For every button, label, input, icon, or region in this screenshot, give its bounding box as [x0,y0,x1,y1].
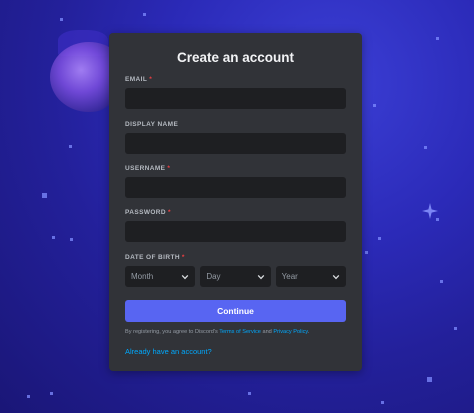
star-decoration [381,401,384,404]
continue-button[interactable]: Continue [125,300,346,322]
display-name-group: DISPLAY NAME [125,121,346,154]
chevron-down-icon [257,274,264,279]
privacy-policy-link[interactable]: Privacy Policy [273,329,307,335]
star-decoration [69,145,72,148]
star-decoration [378,237,381,240]
star-decoration [436,37,439,40]
page-title: Create an account [176,50,295,65]
terms-mid: and [260,329,274,335]
day-select-value: Day [206,272,221,281]
chevron-down-icon [182,274,189,279]
password-group: PASSWORD * [125,209,346,242]
star-decoration [50,392,53,395]
star-decoration [70,238,73,241]
star-decoration [27,395,30,398]
terms-suffix: . [307,329,310,335]
star-decoration [143,13,146,16]
month-select-value: Month [131,272,154,281]
required-marker: * [181,254,185,261]
star-decoration [427,377,432,382]
star-decoration [52,236,55,239]
star-decoration [248,392,251,395]
terms-text: By registering, you agree to Discord's T… [125,328,352,336]
username-field[interactable] [125,177,346,198]
star-decoration [60,18,63,21]
required-marker: * [149,76,153,83]
star-decoration [440,280,443,283]
sparkle-icon [422,203,438,219]
register-card: Create an account EMAIL * DISPLAY NAME US… [109,33,362,371]
year-select[interactable]: Year [275,266,346,287]
display-name-field[interactable] [125,133,346,154]
username-label: USERNAME * [125,165,171,172]
required-marker: * [168,209,171,216]
terms-prefix: By registering, you agree to Discord's [125,329,220,335]
password-label: PASSWORD * [125,209,171,216]
star-decoration [365,251,368,254]
star-decoration [454,327,457,330]
email-label: EMAIL * [125,76,153,83]
day-select[interactable]: Day [200,266,271,287]
password-field[interactable] [125,221,346,242]
year-select-value: Year [281,272,298,281]
email-group: EMAIL * [125,76,346,109]
required-marker: * [167,165,171,172]
display-name-label: DISPLAY NAME [125,121,179,128]
login-link[interactable]: Already have an account? [125,347,212,356]
email-field[interactable] [125,88,346,109]
dob-label: DATE OF BIRTH * [125,254,185,261]
username-group: USERNAME * [125,165,346,198]
terms-of-service-link[interactable]: Terms of Service [219,329,261,335]
dob-row: Month Day Year [125,266,346,287]
star-decoration [42,193,47,198]
star-decoration [373,104,376,107]
dob-group: DATE OF BIRTH * Month Day Year [125,254,346,287]
star-decoration [424,146,427,149]
chevron-down-icon [332,274,340,279]
month-select[interactable]: Month [125,266,196,287]
